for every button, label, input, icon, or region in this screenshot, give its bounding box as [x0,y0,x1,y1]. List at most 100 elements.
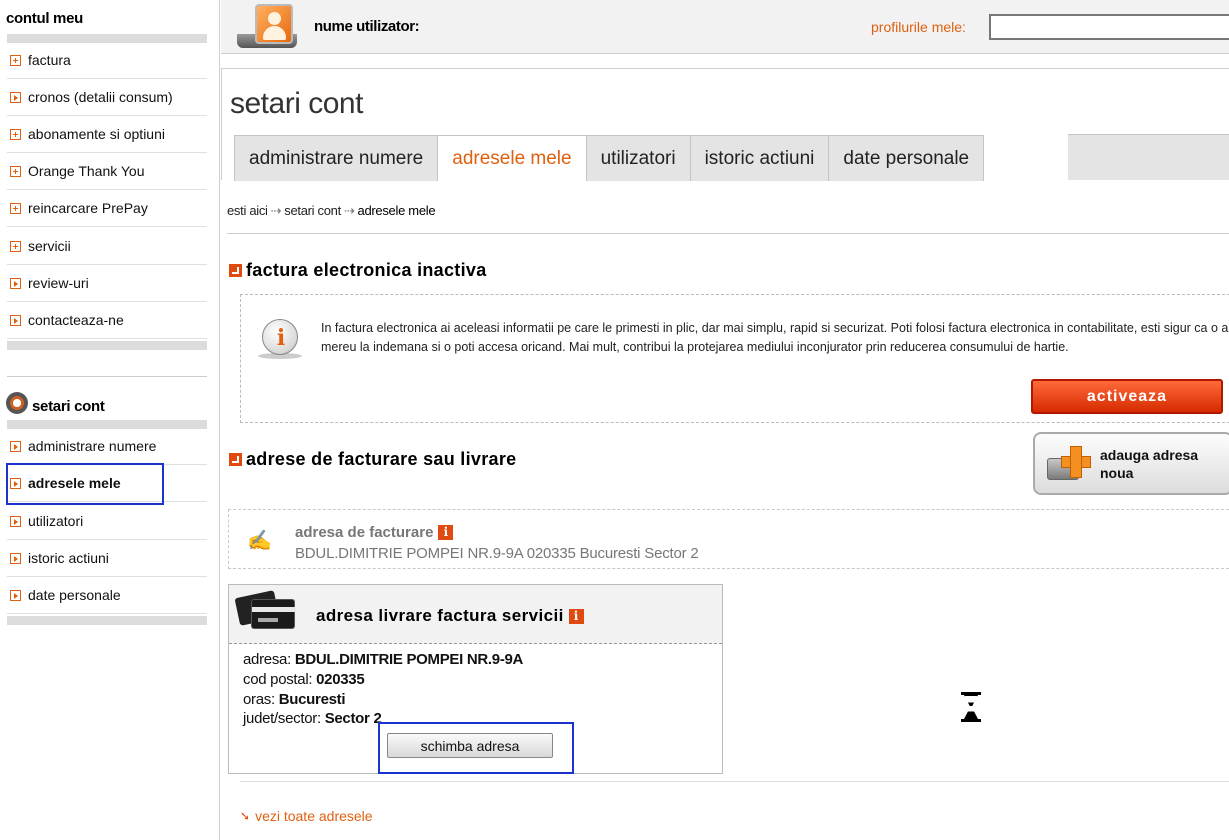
info-badge-icon[interactable]: i [438,525,454,540]
tab-label: utilizatori [600,147,676,169]
sidebar-item-label: utilizatori [28,513,84,529]
billing-address-box: ✍ adresa de facturare i BDUL.DIMITRIE PO… [228,509,1229,569]
sidebar-item-label: Orange Thank You [28,163,145,179]
tab-administrare-numere[interactable]: administrare numere [234,135,439,181]
sidebar-item-factura[interactable]: factura [7,42,207,79]
sidebar-item-servicii[interactable]: servicii [7,228,207,265]
field-postal-code: cod postal: 020335 [243,671,365,688]
user-avatar-icon [237,4,297,48]
field-address: adresa: BDUL.DIMITRIE POMPEI NR.9-9A [243,651,523,668]
tab-istoric-actiuni[interactable]: istoric actiuni [689,135,830,181]
sidebar-item-review-uri[interactable]: review-uri [7,265,207,302]
tab-label: administrare numere [249,147,424,169]
sidebar-section-title-account: contul meu [6,10,84,27]
expand-plus-icon [10,128,21,140]
sidebar-section-title-settings: setari cont [32,398,105,415]
sidebar-item-label: servicii [28,238,71,254]
sidebar: contul meu factura cronos (detalii consu… [0,0,220,840]
field-city: oras: Bucuresti [243,691,346,708]
section-arrow-icon [229,453,242,466]
arrow-down-right-icon: ➘ [240,809,251,823]
breadcrumb: esti aici ⇢ setari cont ⇢ adresele mele [227,203,436,219]
delivery-address-title-text: adresa livrare factura servicii [316,606,564,625]
addresses-heading-text: adrese de facturare sau livrare [246,449,517,469]
arrow-right-icon [10,277,21,289]
field-value: 020335 [316,671,365,688]
field-label: cod postal: [243,671,313,688]
billing-address-value: BDUL.DIMITRIE POMPEI NR.9-9A 020335 Bucu… [295,545,699,562]
sidebar-item-abonamente[interactable]: abonamente si optiuni [7,116,207,153]
info-badge-icon[interactable]: i [568,608,584,624]
efactura-info-text: In factura electronica ai aceleasi infor… [321,321,1229,354]
sidebar-item-label: contacteaza-ne [28,312,124,328]
selection-highlight-box [6,463,164,505]
activate-button[interactable]: activeaza [1031,379,1223,414]
efactura-heading-text: factura electronica inactiva [246,260,487,280]
view-all-addresses-link[interactable]: ➘ vezi toate adresele [240,808,373,824]
expand-plus-icon [10,165,21,177]
arrow-right-icon [10,589,21,601]
tab-adresele-mele[interactable]: adresele mele [437,135,587,181]
profiles-label: profilurile mele: [871,19,966,35]
credit-card-icon [234,590,296,637]
tab-date-personale[interactable]: date personale [828,135,985,181]
delivery-address-title: adresa livrare factura servicii i [316,606,584,626]
breadcrumb-link-setari-cont[interactable]: setari cont [284,203,341,218]
username-label: nume utilizator: [314,18,420,35]
sidebar-item-label: abonamente si optiuni [28,126,165,142]
breadcrumb-label: esti aici [227,203,268,218]
selection-highlight-box [378,722,574,774]
divider [227,233,1229,234]
view-all-addresses-label: vezi toate adresele [255,808,373,824]
sidebar-divider [7,616,207,625]
tab-bar: administrare numere adresele mele utiliz… [234,135,985,181]
field-label: judet/sector: [243,710,321,727]
hourglass-cursor-icon [961,692,981,722]
header-bar: nume utilizator: profilurile mele: [221,0,1229,54]
add-plus-icon [1047,444,1093,486]
tab-label: istoric actiuni [704,147,815,169]
sidebar-item-cronos[interactable]: cronos (detalii consum) [7,79,207,116]
sidebar-item-label: reincarcare PrePay [28,200,148,216]
sidebar-item-istoric-actiuni[interactable]: istoric actiuni [7,540,207,577]
breadcrumb-current: adresele mele [357,203,436,218]
sidebar-item-date-personale[interactable]: date personale [7,577,207,614]
sidebar-divider [7,376,207,377]
billing-address-title: adresa de facturare i [295,524,454,541]
arrow-right-icon [10,440,21,452]
info-icon: i [258,319,302,359]
sidebar-item-label: factura [28,52,71,68]
sidebar-divider [7,341,207,350]
arrow-right-icon [10,515,21,527]
sidebar-item-label: review-uri [28,275,89,291]
sidebar-item-administrare-numere[interactable]: administrare numere [7,428,207,465]
billing-address-title-text: adresa de facturare [295,524,434,541]
addresses-heading: adrese de facturare sau livrare [229,449,516,470]
section-arrow-icon [229,264,242,277]
sidebar-item-label: date personale [28,587,121,603]
tab-label: date personale [843,147,970,169]
breadcrumb-separator: ⇢ [270,203,282,218]
sidebar-item-label: istoric actiuni [28,550,109,566]
delivery-card-header: adresa livrare factura servicii i [229,585,722,644]
edit-pen-icon: ✍ [247,530,272,552]
field-label: adresa: [243,651,291,668]
add-address-button[interactable]: adauga adresa noua [1033,432,1229,495]
profiles-select[interactable] [989,14,1229,40]
sidebar-item-utilizatori[interactable]: utilizatori [7,503,207,540]
tab-utilizatori[interactable]: utilizatori [585,135,691,181]
expand-plus-icon [10,202,21,214]
efactura-heading: factura electronica inactiva [229,260,487,281]
sidebar-item-contacteaza-ne[interactable]: contacteaza-ne [7,302,207,339]
field-value: BDUL.DIMITRIE POMPEI NR.9-9A [294,651,524,668]
add-address-label: adauga adresa noua [1100,447,1199,481]
arrow-right-icon [10,91,21,103]
expand-plus-icon [10,54,21,66]
tab-label: adresele mele [452,147,572,169]
expand-plus-icon [10,240,21,252]
sidebar-item-reincarcare-prepay[interactable]: reincarcare PrePay [7,190,207,227]
field-value: Sector 2 [324,710,382,727]
gear-icon [6,392,28,414]
breadcrumb-separator: ⇢ [343,203,355,218]
sidebar-item-orange-thank-you[interactable]: Orange Thank You [7,153,207,190]
